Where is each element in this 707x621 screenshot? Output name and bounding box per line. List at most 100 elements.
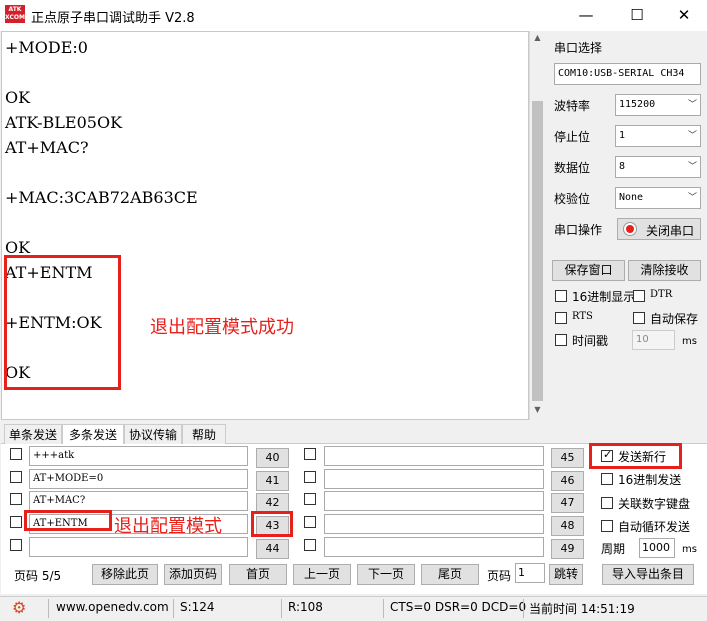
multi-right-checkbox[interactable] [304, 448, 316, 460]
tab-protocol[interactable]: 协议传输 [124, 424, 182, 444]
port-select-label: 串口选择 [554, 41, 603, 55]
window-title: 正点原子串口调试助手 V2.8 [31, 11, 195, 26]
auto-save-checkbox[interactable] [633, 312, 645, 324]
tab-multi-send[interactable]: 多条发送 [62, 424, 124, 444]
rts-checkbox[interactable] [555, 312, 567, 324]
scroll-down-icon[interactable]: ▼ [530, 405, 545, 414]
send-newline-label: 发送新行 [618, 450, 667, 464]
stopbit-label: 停止位 [554, 130, 591, 144]
send-newline-checkbox[interactable]: ✓ [601, 448, 613, 462]
stopbit-select[interactable]: 1 ﹀ [615, 125, 701, 147]
remove-page-button[interactable]: 移除此页 [92, 564, 158, 585]
auto-loop-checkbox[interactable] [601, 520, 613, 532]
line-signals: CTS=0 DSR=0 DCD=0 [390, 600, 527, 614]
timestamp-checkbox[interactable] [555, 334, 567, 346]
timestamp-unit: ms [682, 336, 697, 347]
period-input[interactable]: 1000 [639, 538, 675, 558]
hex-display-label: 16进制显示 [572, 290, 636, 304]
annotation-exit-mode: 退出配置模式 [114, 516, 222, 537]
multi-right-send-button[interactable]: 45 [551, 448, 584, 468]
baud-label: 波特率 [554, 99, 591, 113]
stopbit-value: 1 [619, 130, 626, 141]
app-logo-icon: ATK XCOM [5, 5, 25, 23]
website-link[interactable]: www.openedv.com [56, 600, 169, 614]
parity-select[interactable]: None ﹀ [615, 187, 701, 209]
chevron-down-icon: ﹀ [687, 162, 697, 172]
close-window-button[interactable]: ✕ [669, 4, 699, 26]
receive-line: AT+MAC? [5, 138, 89, 157]
multi-right-checkbox[interactable] [304, 539, 316, 551]
tab-help[interactable]: 帮助 [182, 424, 226, 444]
last-page-button[interactable]: 尾页 [421, 564, 479, 585]
receive-scrollbar[interactable]: ▲ ▼ [529, 31, 544, 420]
settings-gear-icon[interactable]: ⚙ [12, 598, 26, 617]
multi-left-field[interactable]: +++atk [29, 446, 248, 466]
received-count: R:108 [288, 600, 323, 614]
highlight-box-response [4, 255, 121, 390]
receive-line: +MODE:0 [5, 38, 88, 57]
multi-left-send-button[interactable]: 42 [256, 493, 289, 513]
databit-select[interactable]: 8 ﹀ [615, 156, 701, 178]
next-page-button[interactable]: 下一页 [357, 564, 415, 585]
port-op-label: 串口操作 [554, 223, 603, 237]
multi-left-send-button[interactable]: 41 [256, 471, 289, 491]
multi-right-checkbox[interactable] [304, 516, 316, 528]
multi-right-send-button[interactable]: 48 [551, 516, 584, 536]
multi-left-field[interactable]: AT+MODE=0 [29, 469, 248, 489]
baud-select[interactable]: 115200 ﹀ [615, 94, 701, 116]
port-select[interactable]: COM10:USB-SERIAL CH34 [554, 63, 701, 85]
scroll-thumb[interactable] [532, 101, 543, 401]
highlight-box-entm-field [24, 510, 112, 531]
baud-value: 115200 [619, 99, 656, 110]
multi-left-checkbox[interactable] [10, 493, 22, 505]
auto-loop-label: 自动循环发送 [618, 520, 691, 534]
multi-left-send-button[interactable]: 40 [256, 448, 289, 468]
add-page-button[interactable]: 添加页码 [164, 564, 222, 585]
port-select-value: COM10:USB-SERIAL CH34 [558, 68, 685, 79]
keypad-checkbox[interactable] [601, 497, 613, 509]
multi-right-field[interactable] [324, 446, 544, 466]
multi-right-field[interactable] [324, 491, 544, 511]
multi-right-field[interactable] [324, 469, 544, 489]
multi-right-field[interactable] [324, 514, 544, 534]
import-export-button[interactable]: 导入导出条目 [602, 564, 694, 585]
minimize-button[interactable]: — [571, 4, 601, 26]
save-window-button[interactable]: 保存窗口 [552, 260, 625, 281]
chevron-down-icon: ﹀ [687, 131, 697, 141]
annotation-exit-success: 退出配置模式成功 [150, 317, 294, 338]
maximize-button[interactable]: ☐ [622, 4, 652, 26]
scroll-up-icon[interactable]: ▲ [530, 33, 545, 42]
multi-right-checkbox[interactable] [304, 493, 316, 505]
goto-page-input[interactable]: 1 [515, 563, 545, 583]
multi-left-field[interactable] [29, 537, 248, 557]
rts-label: RTS [572, 311, 593, 322]
multi-left-checkbox[interactable] [10, 516, 22, 528]
multi-right-field[interactable] [324, 537, 544, 557]
multi-left-field[interactable]: AT+MAC? [29, 491, 248, 511]
first-page-button[interactable]: 首页 [229, 564, 287, 585]
parity-label: 校验位 [554, 192, 591, 206]
timestamp-input[interactable]: 10 [632, 330, 675, 350]
multi-left-send-button[interactable]: 44 [256, 539, 289, 559]
hex-display-checkbox[interactable] [555, 290, 567, 302]
keypad-label: 关联数字键盘 [618, 497, 691, 511]
multi-right-checkbox[interactable] [304, 471, 316, 483]
dtr-checkbox[interactable] [633, 290, 645, 302]
clear-receive-button[interactable]: 清除接收 [628, 260, 701, 281]
prev-page-button[interactable]: 上一页 [293, 564, 351, 585]
multi-left-checkbox[interactable] [10, 539, 22, 551]
tab-single-send[interactable]: 单条发送 [4, 424, 62, 444]
close-port-button[interactable]: 关闭串口 [617, 218, 701, 240]
chevron-down-icon: ﹀ [687, 193, 697, 203]
page-indicator: 页码 5/5 [14, 569, 62, 583]
jump-button[interactable]: 跳转 [549, 564, 583, 585]
multi-right-send-button[interactable]: 46 [551, 471, 584, 491]
multi-right-send-button[interactable]: 47 [551, 493, 584, 513]
multi-left-checkbox[interactable] [10, 448, 22, 460]
hex-send-checkbox[interactable] [601, 473, 613, 485]
receive-line: +MAC:3CAB72AB63CE [5, 188, 198, 207]
multi-right-send-button[interactable]: 49 [551, 539, 584, 559]
multi-left-checkbox[interactable] [10, 471, 22, 483]
period-unit: ms [682, 544, 697, 555]
port-status-icon [623, 222, 637, 236]
